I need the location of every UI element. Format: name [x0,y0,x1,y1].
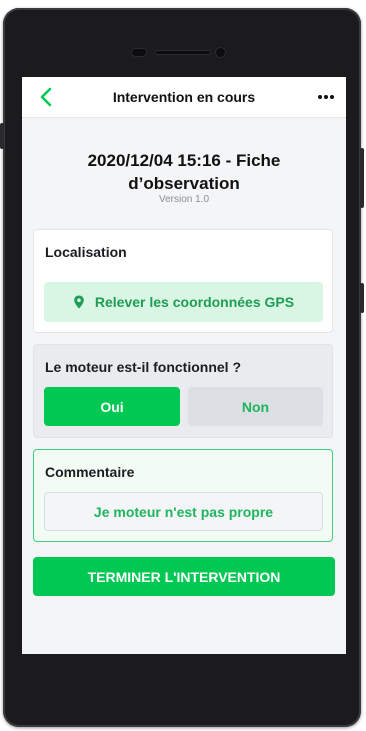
phone-side-button [360,283,364,313]
motor-question-label: Le moteur est-il fonctionnel ? [45,359,242,375]
document-title: 2020/12/04 15:16 - Fiche d’observation [87,151,281,193]
finish-intervention-button[interactable]: TERMINER L'INTERVENTION [33,557,335,596]
map-pin-icon [74,295,84,309]
phone-earpiece [131,47,231,58]
motor-question-card: Le moteur est-il fonctionnel ? Oui Non [33,344,333,438]
app-screen: Intervention en cours 2020/12/04 15:16 -… [22,77,346,654]
record-gps-label: Relever les coordonnées GPS [94,294,295,310]
more-horizontal-icon [318,95,322,99]
more-options-button[interactable] [316,87,336,107]
comment-input[interactable]: Je moteur n'est pas propre [44,492,323,531]
comment-card: Commentaire Je moteur n'est pas propre [33,449,333,542]
option-no-button[interactable]: Non [188,387,323,426]
record-gps-button[interactable]: Relever les coordonnées GPS [44,282,323,322]
location-card: Localisation Relever les coordonnées GPS [33,229,333,333]
phone-volume-button [0,123,4,149]
sensor-icon [131,48,147,57]
location-label: Localisation [45,244,127,260]
document-version: Version 1.0 [158,194,210,205]
page-title: Intervention en cours [112,89,256,105]
speaker-grill [155,50,211,55]
option-yes-button[interactable]: Oui [44,387,180,426]
top-app-bar: Intervention en cours [22,77,346,118]
front-camera-icon [215,47,226,58]
phone-power-button [360,148,364,208]
comment-label: Commentaire [45,464,135,480]
